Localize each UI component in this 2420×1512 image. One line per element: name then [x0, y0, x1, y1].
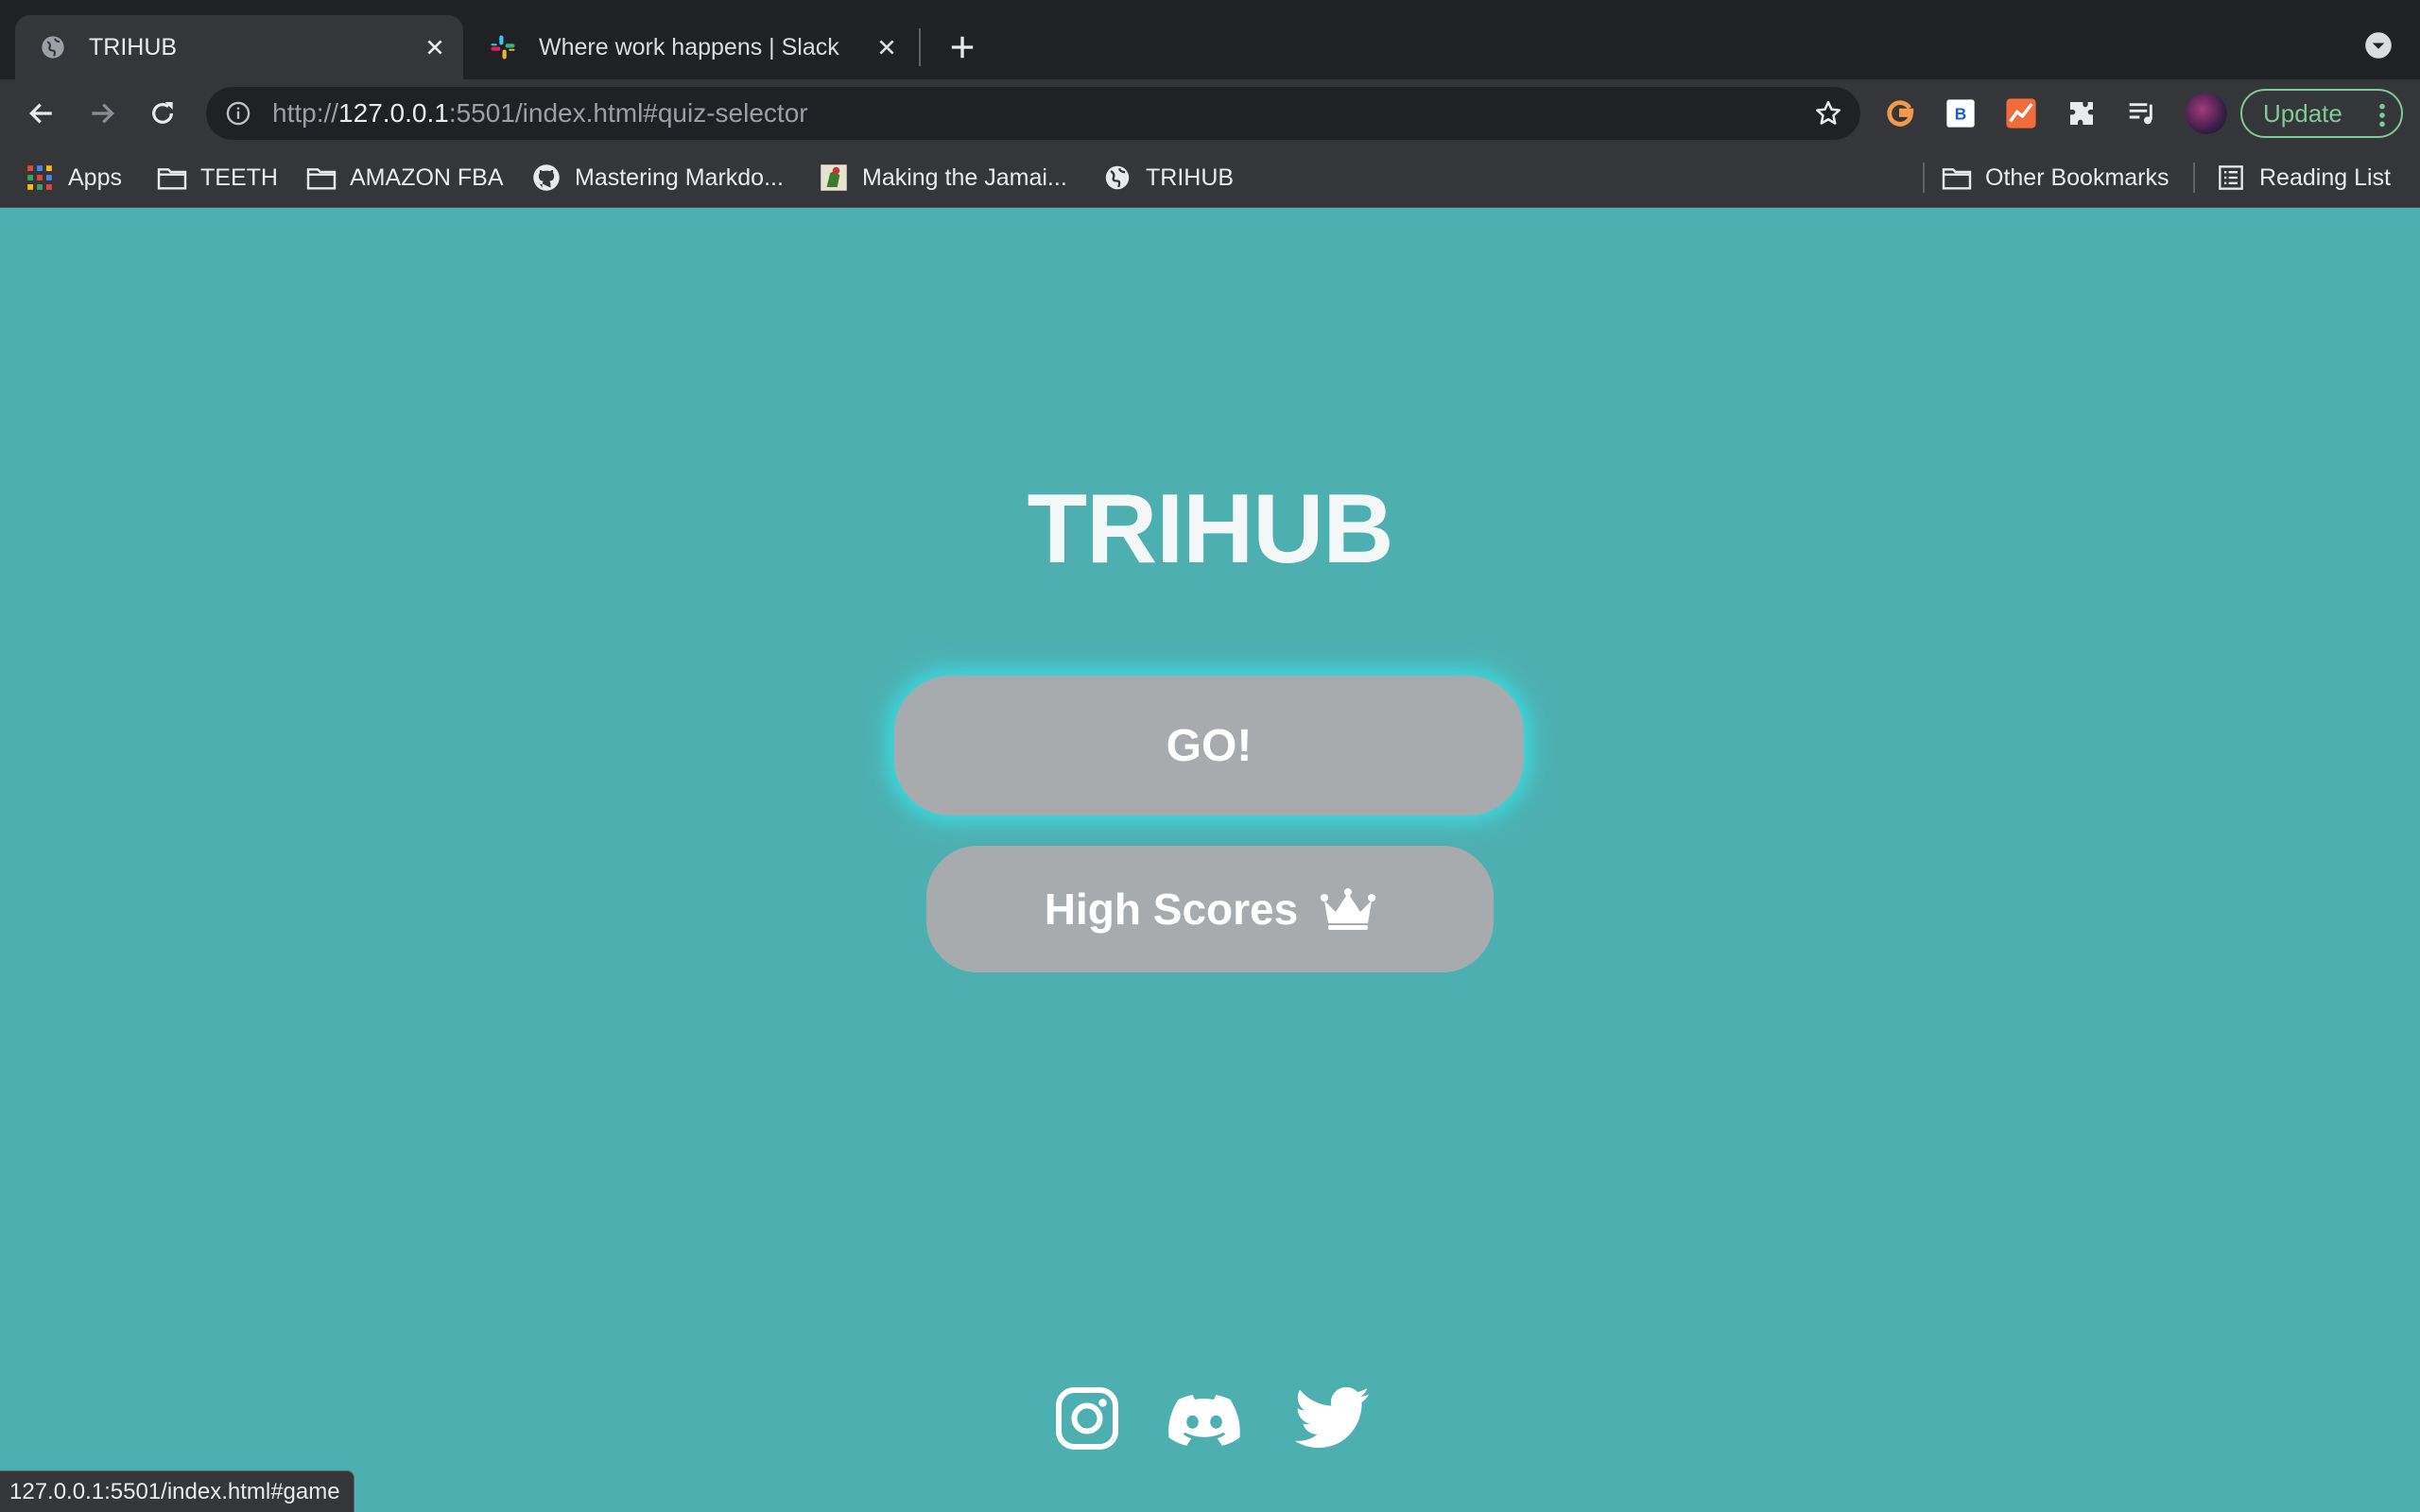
bookmark-folder-teeth[interactable]: TEETH — [157, 161, 278, 195]
bookmark-mastering-markdown[interactable]: Mastering Markdo... — [531, 161, 784, 195]
chevron-down-icon — [2365, 32, 2392, 59]
tab-divider — [919, 28, 921, 66]
discord-icon[interactable] — [1167, 1381, 1242, 1456]
bookmark-trihub[interactable]: TRIHUB — [1102, 161, 1234, 195]
puzzle-icon[interactable] — [2065, 96, 2099, 130]
crown-icon — [1321, 886, 1376, 932]
more-vert-icon — [2378, 102, 2386, 135]
go-button[interactable]: GO! — [894, 676, 1524, 816]
reading-list-icon — [2216, 163, 2246, 193]
plus-icon — [951, 36, 974, 59]
site-info-icon[interactable] — [223, 98, 253, 129]
bookmarks-divider — [1923, 163, 1925, 193]
svg-text:B: B — [1955, 105, 1967, 124]
page-content: TRIHUB GO! High Scores — [0, 209, 2420, 1512]
github-icon — [531, 163, 562, 193]
bookmark-label: Making the Jamai... — [862, 163, 1067, 191]
url-text: http://127.0.0.1:5501/index.html#quiz-se… — [272, 98, 808, 129]
close-tab-icon[interactable] — [868, 28, 906, 66]
status-url: 127.0.0.1:5501/index.html#game — [9, 1478, 340, 1504]
forward-button[interactable] — [79, 91, 125, 136]
bookmark-label: TRIHUB — [1146, 163, 1235, 191]
page-title: TRIHUB — [1027, 474, 1394, 584]
high-scores-button[interactable]: High Scores — [926, 846, 1494, 972]
bookmark-label: Mastering Markdo... — [575, 163, 784, 191]
tab-title: Where work happens | Slack — [539, 33, 839, 60]
globe-icon — [38, 32, 68, 62]
chart-extension-icon[interactable] — [2004, 96, 2038, 130]
apps-grid-icon — [25, 163, 55, 193]
url-path: :5501/index.html#quiz-selector — [448, 98, 808, 128]
tab-search-button[interactable] — [2360, 26, 2397, 64]
instagram-icon[interactable] — [1049, 1381, 1125, 1456]
tab-trihub[interactable]: TRIHUB — [15, 15, 463, 79]
bookmark-label: TEETH — [200, 163, 278, 191]
url-scheme: http:// — [272, 98, 339, 128]
back-button[interactable] — [19, 91, 64, 136]
new-tab-button[interactable] — [942, 26, 983, 68]
reload-button[interactable] — [140, 91, 185, 136]
bookmark-folder-amazon-fba[interactable]: AMAZON FBA — [306, 161, 504, 195]
close-tab-icon[interactable] — [416, 28, 454, 66]
profile-avatar[interactable] — [2186, 93, 2227, 134]
globe-icon — [1102, 163, 1132, 193]
bookmark-other-bookmarks[interactable]: Other Bookmarks — [1942, 161, 2169, 195]
bookmarks-divider — [2193, 163, 2195, 193]
go-button-label: GO! — [1166, 720, 1253, 771]
folder-icon — [1942, 163, 1972, 193]
update-button[interactable]: Update — [2240, 89, 2403, 138]
bookmark-star-icon[interactable] — [1809, 94, 1847, 132]
tab-slack[interactable]: Where work happens | Slack — [478, 15, 915, 79]
page-thumbnail-icon — [819, 163, 849, 193]
folder-icon — [306, 163, 337, 193]
url-host: 127.0.0.1 — [338, 98, 449, 128]
reading-list-button[interactable]: Reading List — [2216, 161, 2391, 195]
grammarly-icon[interactable] — [1883, 96, 1917, 130]
browser-toolbar: http://127.0.0.1:5501/index.html#quiz-se… — [0, 79, 2420, 147]
tab-strip: TRIHUB Where work happens | Slack — [0, 0, 2420, 79]
slack-icon — [488, 32, 518, 62]
high-scores-label: High Scores — [1044, 885, 1299, 934]
bookmark-label: Apps — [68, 163, 122, 191]
address-bar[interactable]: http://127.0.0.1:5501/index.html#quiz-se… — [206, 87, 1860, 140]
bookmark-label: AMAZON FBA — [350, 163, 504, 191]
arrow-left-icon — [29, 103, 52, 124]
folder-icon — [157, 163, 187, 193]
twitter-icon[interactable] — [1295, 1381, 1371, 1456]
bookmark-apps[interactable]: Apps — [25, 161, 122, 195]
bookmark-making-the-jamaican[interactable]: Making the Jamai... — [819, 161, 1067, 195]
reload-icon — [152, 102, 173, 124]
link-status-bubble: 127.0.0.1:5501/index.html#game — [0, 1470, 354, 1512]
social-links — [1049, 1381, 1371, 1456]
arrow-right-icon — [92, 103, 114, 124]
bookmark-label: Reading List — [2259, 163, 2391, 191]
update-label: Update — [2263, 98, 2342, 128]
bookmark-label: Other Bookmarks — [1985, 163, 2169, 191]
media-queue-icon[interactable] — [2125, 96, 2159, 130]
tab-title: TRIHUB — [89, 33, 178, 60]
bitwarden-icon[interactable]: B — [1944, 96, 1978, 130]
bookmarks-bar: Apps TEETH AMAZON FBA Mastering Markdo..… — [0, 147, 2420, 208]
